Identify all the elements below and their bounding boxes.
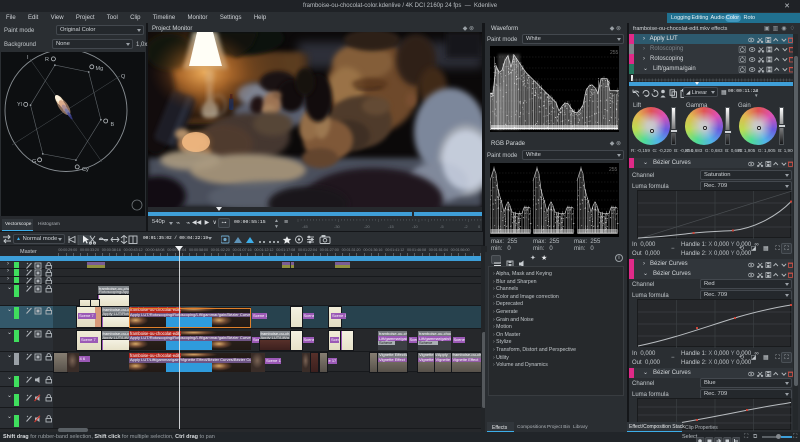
svg-text:I: I (27, 55, 29, 61)
svg-text:-10: -10 (412, 224, 419, 229)
svg-text:-2: -2 (464, 224, 468, 229)
svg-text:-15: -15 (388, 224, 395, 229)
svg-text:Cy: Cy (82, 167, 89, 173)
svg-text:Q: Q (121, 74, 126, 80)
svg-text:Yl: Yl (17, 102, 22, 108)
svg-text:B: B (111, 122, 115, 128)
svg-text:G: G (32, 159, 36, 165)
svg-text:-5: -5 (440, 224, 444, 229)
svg-text:-20: -20 (364, 224, 371, 229)
svg-text:255: 255 (609, 167, 618, 173)
svg-text:0: 0 (478, 224, 481, 229)
svg-text:R: R (45, 57, 49, 63)
svg-text:-45: -45 (302, 224, 309, 229)
svg-text:Mg: Mg (96, 66, 104, 72)
svg-text:-30: -30 (334, 224, 341, 229)
svg-text:255: 255 (610, 50, 619, 56)
